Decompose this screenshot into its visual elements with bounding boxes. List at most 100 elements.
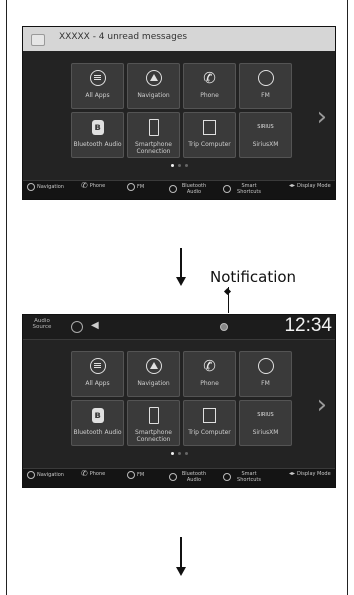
shortcut-navigation[interactable]: Navigation (27, 183, 64, 191)
page-dot (170, 452, 174, 455)
message-icon (31, 34, 45, 46)
screen-after-notification: Audio Source ◀ 12:34 All Apps Navigation… (22, 314, 336, 488)
trip-computer-icon (201, 406, 219, 424)
tile-label: SiriusXM (252, 141, 279, 148)
tile-label: Trip Computer (188, 141, 231, 148)
tile-fm[interactable]: FM (239, 351, 292, 397)
shortcut-label: Navigation (37, 472, 64, 478)
fm-icon (127, 183, 135, 191)
notification-indicator-icon[interactable] (220, 323, 228, 331)
bluetooth-icon: ʙ (89, 406, 107, 424)
notification-banner[interactable]: XXXXX - 4 unread messages (23, 27, 335, 51)
page-indicator (23, 440, 335, 459)
shortcut-smart-shortcuts[interactable]: Smart Shortcuts (223, 183, 265, 195)
shortcut-label: Phone (89, 183, 106, 189)
down-arrow (180, 248, 182, 278)
navigation-icon (27, 471, 35, 479)
tile-label: All Apps (85, 92, 110, 99)
tile-label: SiriusXM (252, 429, 279, 436)
fm-icon (127, 471, 135, 479)
mute-icon[interactable] (71, 321, 83, 333)
tile-label: FM (261, 380, 270, 387)
shortcut-bluetooth-audio[interactable]: Bluetooth Audio (169, 183, 209, 195)
shortcut-label: Display Mode (297, 183, 331, 189)
tile-label: Navigation (137, 92, 170, 99)
phone-icon: ✆ (203, 69, 216, 87)
clock: 12:34 (284, 315, 332, 336)
smartphone-icon (145, 118, 163, 136)
notification-callout-label: Notification (210, 268, 297, 286)
shortcut-label: Phone (89, 471, 106, 477)
phone-icon: ✆ (203, 357, 216, 375)
tile-navigation[interactable]: Navigation (127, 63, 180, 109)
screen-before-notification: XXXXX - 4 unread messages All Apps Navig… (22, 26, 336, 200)
all-apps-icon (89, 357, 107, 375)
bluetooth-icon: ʙ (89, 118, 107, 136)
shortcut-label: Bluetooth Audio (181, 183, 207, 195)
all-apps-icon (89, 69, 107, 87)
next-page-chevron-icon[interactable]: › (317, 102, 327, 132)
bluetooth-icon (169, 473, 177, 481)
shortcut-label: FM (137, 472, 145, 478)
shortcuts-icon (223, 185, 231, 193)
down-arrow (180, 537, 182, 569)
shortcut-display-mode[interactable]: ◂▸ Display Mode (289, 470, 333, 478)
smartphone-icon (145, 406, 163, 424)
shortcut-fm[interactable]: FM (127, 183, 144, 191)
navigation-icon (145, 69, 163, 87)
navigation-icon (145, 357, 163, 375)
shortcut-label: FM (137, 184, 145, 190)
banner-text: XXXXX - 4 unread messages (59, 32, 188, 42)
shortcut-phone[interactable]: ✆ Phone (81, 181, 106, 190)
phone-icon: ✆ (81, 181, 88, 190)
shortcut-bluetooth-audio[interactable]: Bluetooth Audio (169, 471, 209, 483)
page-dot (177, 164, 181, 167)
shortcut-phone[interactable]: ✆ Phone (81, 469, 106, 478)
shortcut-smart-shortcuts[interactable]: Smart Shortcuts (223, 471, 265, 483)
tile-label: All Apps (85, 380, 110, 387)
tile-label: Bluetooth Audio (73, 141, 122, 148)
shortcut-fm[interactable]: FM (127, 471, 144, 479)
tile-label: Phone (200, 380, 219, 387)
page-dot (177, 452, 181, 455)
tile-label: FM (261, 92, 270, 99)
page-indicator (23, 152, 335, 171)
siriusxm-icon: SIRIUS (257, 118, 275, 136)
fm-icon (257, 69, 275, 87)
tile-label: Phone (200, 92, 219, 99)
fm-icon (257, 357, 275, 375)
shortcut-display-mode[interactable]: ◂▸ Display Mode (289, 182, 333, 190)
siriusxm-logo: SIRIUS (257, 124, 274, 130)
trip-computer-icon (201, 118, 219, 136)
tile-all-apps[interactable]: All Apps (71, 351, 124, 397)
display-mode-icon: ◂▸ (289, 470, 296, 477)
audio-source-button[interactable]: Audio Source (29, 318, 55, 330)
phone-icon: ✆ (81, 469, 88, 478)
next-page-chevron-icon[interactable]: › (317, 390, 327, 420)
page-dot (184, 452, 188, 455)
shortcut-navigation[interactable]: Navigation (27, 471, 64, 479)
tile-all-apps[interactable]: All Apps (71, 63, 124, 109)
display-mode-icon: ◂▸ (289, 182, 296, 189)
siriusxm-icon: SIRIUS (257, 406, 275, 424)
tile-label: Navigation (137, 380, 170, 387)
shortcut-label: Smart Shortcuts (237, 471, 261, 483)
shortcut-bar: Navigation ✆ Phone FM Bluetooth Audio Sma… (23, 180, 335, 199)
tile-label: Trip Computer (188, 429, 231, 436)
speaker-icon: ◀ (91, 320, 99, 331)
tile-fm[interactable]: FM (239, 63, 292, 109)
shortcut-label: Smart Shortcuts (237, 183, 261, 195)
shortcut-label: Display Mode (297, 471, 331, 477)
tile-phone[interactable]: ✆ Phone (183, 351, 236, 397)
navigation-icon (27, 183, 35, 191)
shortcuts-icon (223, 473, 231, 481)
page-dot (184, 164, 188, 167)
page-dot (170, 164, 174, 167)
siriusxm-logo: SIRIUS (257, 412, 274, 418)
tile-label: Bluetooth Audio (73, 429, 122, 436)
shortcut-label: Bluetooth Audio (181, 471, 207, 483)
tile-phone[interactable]: ✆ Phone (183, 63, 236, 109)
down-arrow-head (176, 567, 186, 576)
down-arrow-head (176, 277, 186, 286)
tile-navigation[interactable]: Navigation (127, 351, 180, 397)
